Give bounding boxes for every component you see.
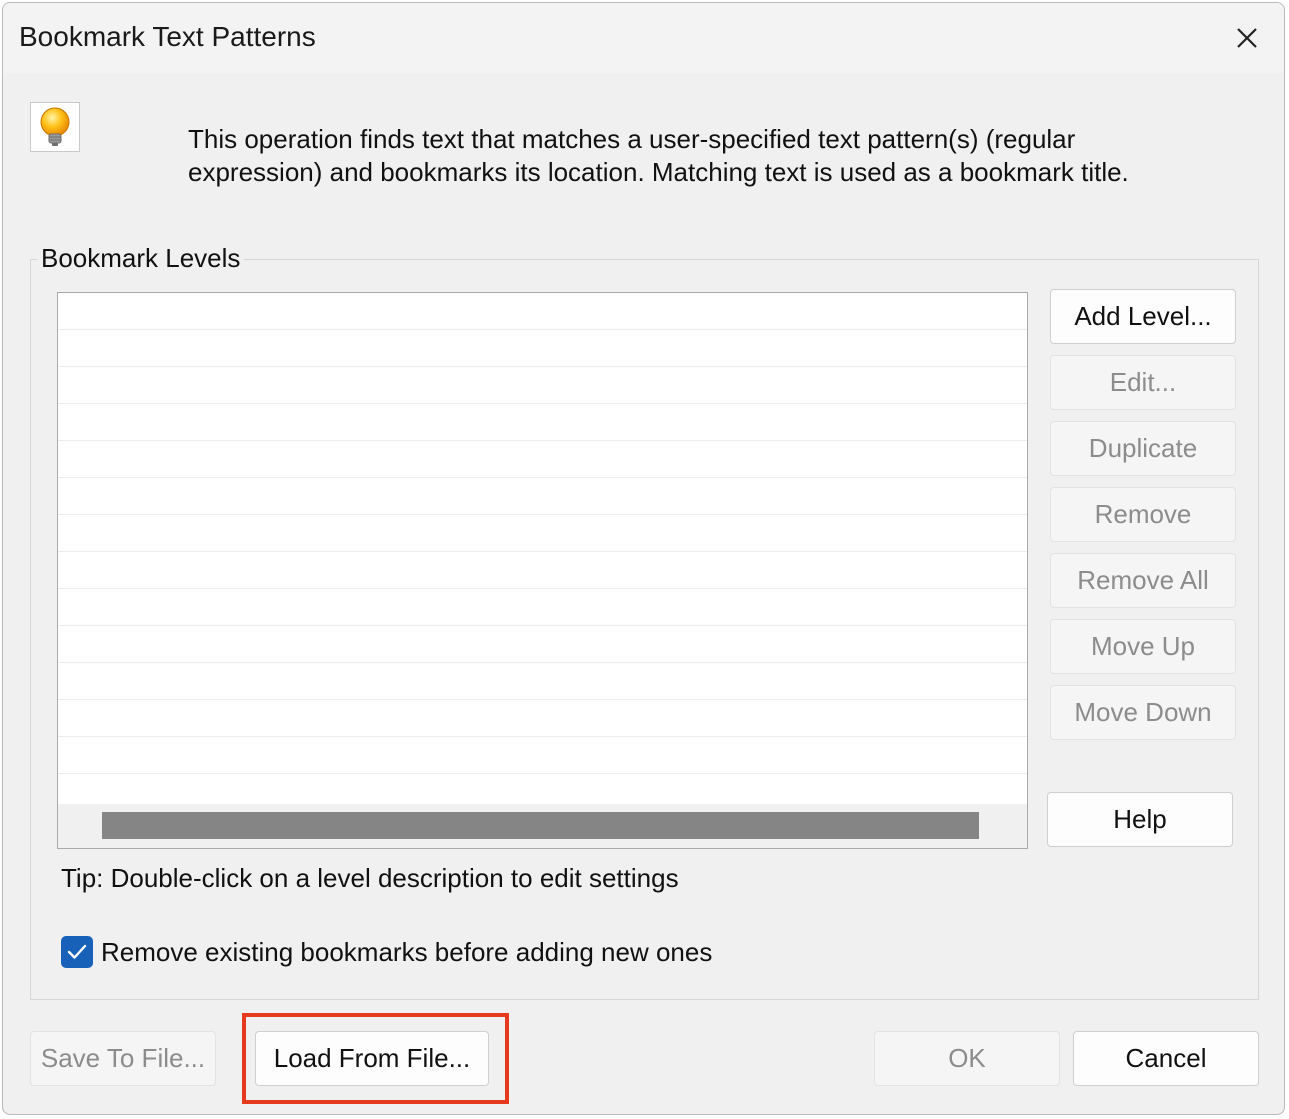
ok-button[interactable]: OK [874,1031,1060,1086]
checkmark-icon [67,944,87,959]
tip-text: Tip: Double-click on a level description… [61,863,679,893]
annotation-highlight-box [242,1013,509,1104]
list-item[interactable] [58,441,1027,478]
remove-existing-label[interactable]: Remove existing bookmarks before adding … [101,937,712,968]
scrollbar-thumb[interactable] [102,812,979,839]
bookmark-text-patterns-dialog: Bookmark Text Patterns This operation fi… [2,2,1285,1115]
title-bar: Bookmark Text Patterns [3,3,1284,73]
dialog-title: Bookmark Text Patterns [19,21,316,52]
operation-description: This operation finds text that matches a… [188,124,1129,187]
list-item[interactable] [58,330,1027,367]
list-item[interactable] [58,552,1027,589]
remove-button[interactable]: Remove [1050,487,1236,542]
bookmark-levels-label: Bookmark Levels [37,243,245,274]
list-item[interactable] [58,367,1027,404]
edit-button[interactable]: Edit... [1050,355,1236,410]
horizontal-scrollbar[interactable] [58,804,1027,848]
bookmark-levels-list[interactable] [57,292,1028,849]
move-up-button[interactable]: Move Up [1050,619,1236,674]
list-item[interactable] [58,515,1027,552]
list-item[interactable] [58,737,1027,774]
close-icon[interactable] [1230,21,1264,55]
remove-all-button[interactable]: Remove All [1050,553,1236,608]
cancel-button[interactable]: Cancel [1073,1031,1259,1086]
lightbulb-icon [30,102,80,152]
remove-existing-checkbox[interactable] [61,936,93,968]
list-item[interactable] [58,626,1027,663]
list-item[interactable] [58,404,1027,441]
move-down-button[interactable]: Move Down [1050,685,1236,740]
duplicate-button[interactable]: Duplicate [1050,421,1236,476]
help-button[interactable]: Help [1047,792,1233,847]
save-to-file-button[interactable]: Save To File... [30,1031,216,1086]
list-item[interactable] [58,700,1027,737]
add-level-button[interactable]: Add Level... [1050,289,1236,344]
list-rows [58,293,1027,774]
list-item[interactable] [58,589,1027,626]
list-item[interactable] [58,663,1027,700]
list-item[interactable] [58,293,1027,330]
list-item[interactable] [58,478,1027,515]
